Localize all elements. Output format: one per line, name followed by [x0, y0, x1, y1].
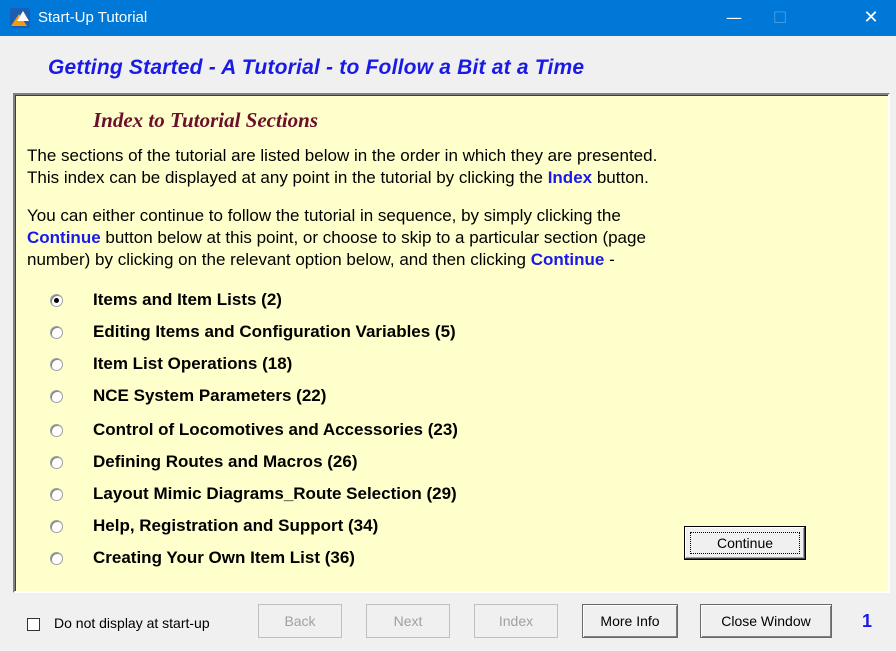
radio-button[interactable] [50, 520, 63, 533]
option-label[interactable]: Creating Your Own Item List (36) [93, 548, 355, 568]
radio-button[interactable] [50, 552, 63, 565]
option-label[interactable]: Layout Mimic Diagrams_Route Selection (2… [93, 484, 457, 504]
instructions-line-2: Continue button below at this point, or … [27, 228, 646, 247]
instructions-line-1: You can either continue to follow the tu… [27, 206, 621, 225]
option-label[interactable]: Editing Items and Configuration Variable… [93, 322, 456, 342]
intro-line-1: The sections of the tutorial are listed … [27, 146, 658, 165]
close-icon[interactable]: ✕ [848, 0, 894, 36]
index-keyword: Index [547, 168, 593, 187]
continue-keyword: Continue [530, 250, 605, 269]
intro-paragraph: The sections of the tutorial are listed … [27, 145, 657, 189]
do-not-display-label[interactable]: Do not display at start-up [54, 615, 210, 631]
page-number: 1 [862, 611, 873, 631]
option-label[interactable]: Items and Item Lists (2) [93, 290, 282, 310]
option-label[interactable]: Control of Locomotives and Accessories (… [93, 420, 458, 440]
section-title: Index to Tutorial Sections [93, 108, 319, 132]
next-button[interactable]: Next [366, 604, 450, 638]
instructions-paragraph: You can either continue to follow the tu… [27, 205, 646, 271]
app-mountain-icon [10, 8, 30, 28]
radio-button[interactable] [50, 456, 63, 469]
radio-button[interactable] [50, 294, 63, 307]
option-label[interactable]: Help, Registration and Support (34) [93, 516, 378, 536]
option-label[interactable]: Item List Operations (18) [93, 354, 292, 374]
radio-button[interactable] [50, 424, 63, 437]
radio-button[interactable] [50, 358, 63, 371]
title-bar[interactable]: Start-Up Tutorial — ☐ ✕ [0, 0, 896, 36]
radio-button[interactable] [50, 390, 63, 403]
radio-button[interactable] [50, 326, 63, 339]
close-window-button[interactable]: Close Window [700, 604, 832, 638]
continue-button[interactable]: Continue [684, 526, 806, 560]
option-label[interactable]: NCE System Parameters (22) [93, 386, 326, 406]
intro-line-2: This index can be displayed at any point… [27, 168, 649, 187]
index-button[interactable]: Index [474, 604, 558, 638]
do-not-display-checkbox[interactable] [27, 618, 40, 631]
radio-button[interactable] [50, 488, 63, 501]
back-button[interactable]: Back [258, 604, 342, 638]
instructions-line-3: number) by clicking on the relevant opti… [27, 250, 615, 269]
continue-keyword: Continue [27, 228, 101, 247]
maximize-button[interactable]: ☐ [757, 0, 803, 36]
minimize-button[interactable]: — [711, 0, 757, 36]
main-heading: Getting Started - A Tutorial - to Follow… [48, 56, 585, 79]
more-info-button[interactable]: More Info [582, 604, 678, 638]
continue-label: Continue [716, 535, 774, 551]
window-title: Start-Up Tutorial [38, 9, 148, 26]
tutorial-window: Start-Up Tutorial — ☐ ✕ Getting Started … [0, 0, 896, 651]
option-label[interactable]: Defining Routes and Macros (26) [93, 452, 357, 472]
